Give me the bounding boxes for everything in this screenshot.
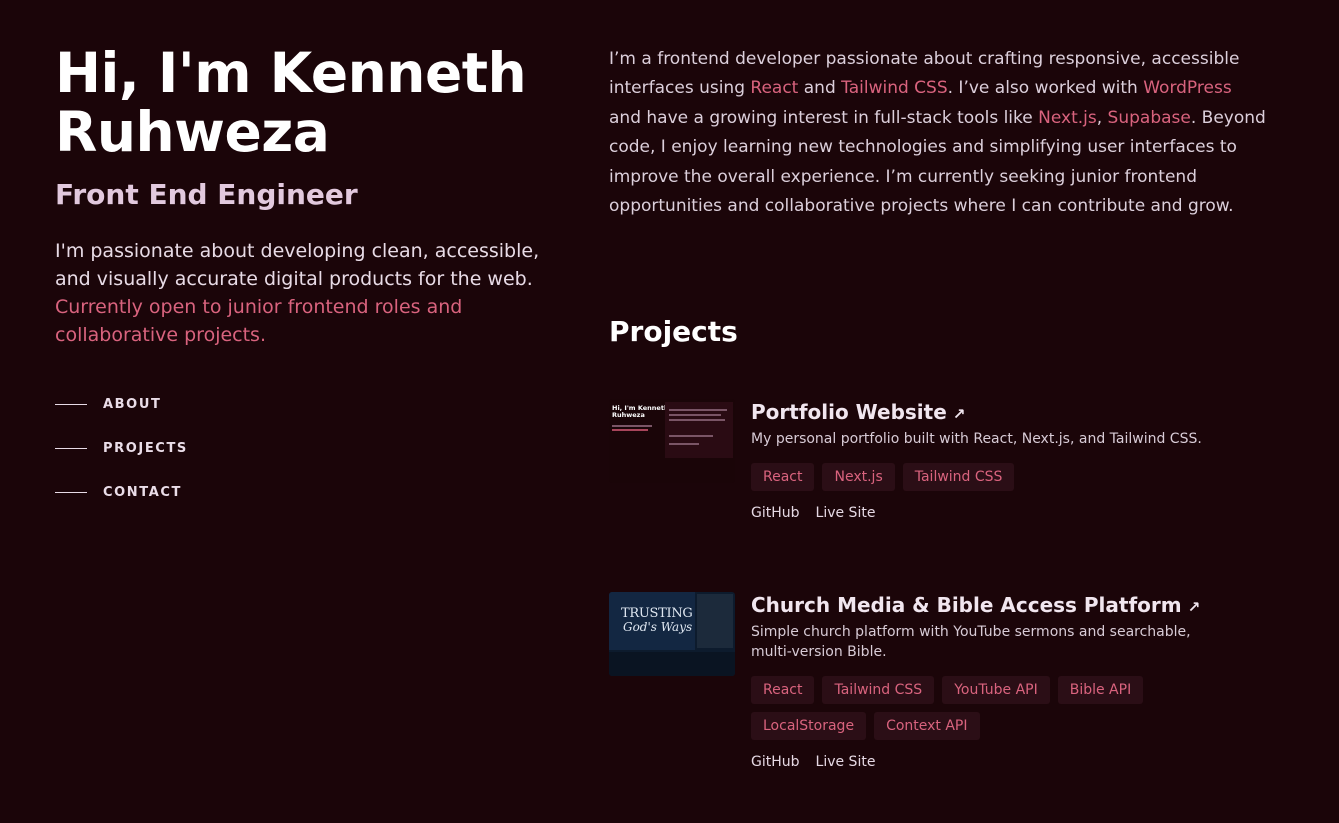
tech-tag: Tailwind CSS	[822, 676, 935, 704]
nav-item-contact[interactable]: CONTACT	[55, 480, 188, 504]
about-highlight-supabase: Supabase	[1107, 107, 1191, 128]
nav-item-projects[interactable]: PROJECTS	[55, 436, 188, 460]
tech-tag: YouTube API	[942, 676, 1050, 704]
tech-tag: React	[751, 676, 815, 704]
project-title: Portfolio Website	[751, 400, 947, 424]
about-paragraph: I’m a frontend developer passionate abou…	[609, 45, 1269, 221]
tech-tag: Bible API	[1057, 676, 1144, 704]
hero-role: Front End Engineer	[55, 178, 358, 211]
thumbnail-line	[612, 429, 648, 431]
project-thumbnail[interactable]: Hi, I'm Kenneth Ruhweza	[609, 399, 735, 483]
project-description: Simple church platform with YouTube serm…	[751, 624, 1191, 660]
thumbnail-subheading: God's Ways	[623, 620, 693, 634]
nav-label: PROJECTS	[103, 440, 188, 456]
intro-availability: Currently open to junior frontend roles …	[55, 296, 463, 346]
project-description: My personal portfolio built with React, …	[751, 431, 1202, 447]
about-text: and have a growing interest in full-stac…	[609, 107, 1039, 128]
projects-heading: Projects	[609, 315, 738, 348]
nav-label: ABOUT	[103, 396, 162, 412]
tech-tag: React	[751, 463, 815, 491]
nav-label: CONTACT	[103, 484, 182, 500]
nav-item-about[interactable]: ABOUT	[55, 392, 188, 416]
tech-tags: React Tailwind CSS YouTube API Bible API…	[751, 676, 1231, 748]
project-title-link[interactable]: Church Media & Bible Access Platform ↗	[751, 592, 1231, 620]
github-link[interactable]: GitHub	[751, 505, 800, 521]
about-highlight-tailwind: Tailwind CSS	[841, 78, 948, 99]
about-text: and	[798, 78, 842, 99]
live-site-link[interactable]: Live Site	[816, 754, 876, 770]
arrow-up-right-icon: ↗	[952, 405, 966, 423]
arrow-up-right-icon: ↗	[1187, 598, 1201, 616]
tech-tag: Next.js	[822, 463, 895, 491]
thumbnail-bible-panel	[697, 594, 733, 648]
nav-marker-line	[55, 491, 87, 493]
thumbnail-heading: TRUSTING	[621, 606, 693, 621]
about-highlight-wordpress: WordPress	[1143, 78, 1232, 99]
thumbnail-line	[669, 414, 721, 416]
tech-tag: Context API	[874, 712, 980, 740]
section-nav: ABOUT PROJECTS CONTACT	[55, 392, 188, 524]
about-highlight-react: React	[750, 78, 799, 99]
about-text: . I’ve also worked with	[947, 78, 1144, 99]
thumbnail-video-strip	[609, 652, 735, 676]
project-body: Church Media & Bible Access Platform ↗ Si…	[751, 592, 1231, 770]
intro-text: I'm passionate about developing clean, a…	[55, 240, 540, 290]
project-links: GitHub Live Site	[751, 754, 1231, 770]
thumbnail-line	[669, 443, 699, 445]
project-body: Portfolio Website ↗ My personal portfolio…	[751, 399, 1231, 521]
hero-intro: I'm passionate about developing clean, a…	[55, 237, 545, 349]
hero-name: Hi, I'm Kenneth Ruhweza	[55, 41, 527, 164]
github-link[interactable]: GitHub	[751, 754, 800, 770]
about-text: ,	[1096, 107, 1108, 128]
nav-marker-line	[55, 403, 87, 405]
project-title-link[interactable]: Portfolio Website ↗	[751, 399, 1231, 427]
portfolio-page: Hi, I'm Kenneth Ruhweza Front End Engine…	[0, 0, 1339, 823]
project-title: Church Media & Bible Access Platform	[751, 593, 1182, 617]
thumbnail-line	[669, 435, 713, 437]
tech-tag: Tailwind CSS	[902, 463, 1015, 491]
tech-tag: LocalStorage	[751, 712, 867, 740]
project-thumbnail[interactable]: TRUSTING God's Ways	[609, 592, 735, 676]
thumbnail-line	[669, 419, 725, 421]
thumbnail-title: Hi, I'm Kenneth Ruhweza	[612, 404, 669, 419]
thumbnail-line	[612, 425, 652, 427]
project-links: GitHub Live Site	[751, 505, 1231, 521]
about-highlight-nextjs: Next.js	[1038, 107, 1097, 128]
live-site-link[interactable]: Live Site	[816, 505, 876, 521]
thumbnail-line	[669, 409, 727, 411]
nav-marker-line	[55, 447, 87, 449]
tech-tags: React Next.js Tailwind CSS	[751, 463, 1231, 499]
